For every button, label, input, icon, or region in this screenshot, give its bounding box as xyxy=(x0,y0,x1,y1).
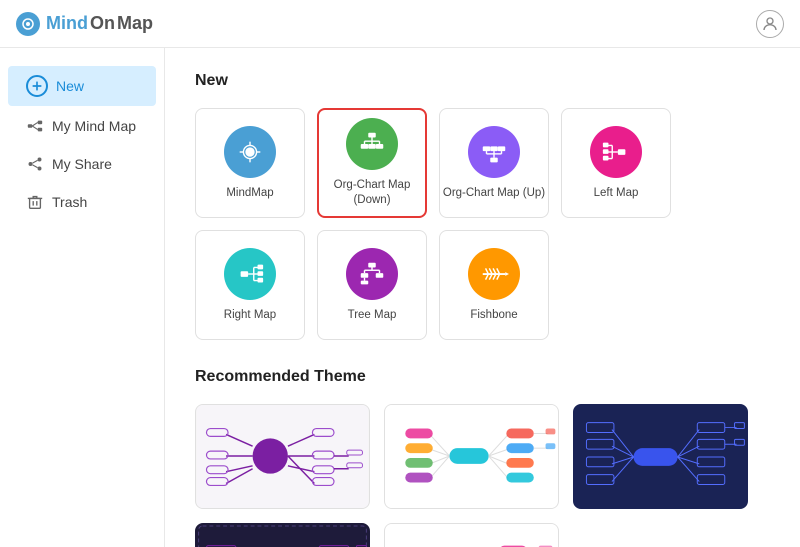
org-chart-up-label: Org-Chart Map (Up) xyxy=(443,186,545,201)
header: MindOnMap xyxy=(0,0,800,48)
map-card-right-map[interactable]: Right Map xyxy=(195,230,305,340)
logo-mind-text: Mind xyxy=(46,13,88,34)
sidebar-item-my-share[interactable]: My Share xyxy=(8,146,156,182)
map-type-grid: MindMap Org-C xyxy=(195,108,770,340)
logo-icon xyxy=(16,12,40,36)
sidebar-my-share-label: My Share xyxy=(52,156,112,172)
theme-grid xyxy=(195,404,770,547)
sidebar-item-new[interactable]: New xyxy=(8,66,156,106)
sidebar-my-mind-map-label: My Mind Map xyxy=(52,118,136,134)
right-map-icon xyxy=(224,248,276,300)
map-card-org-chart-down[interactable]: Org-Chart Map (Down) xyxy=(317,108,427,218)
share-icon xyxy=(26,155,44,173)
recommended-theme-title: Recommended Theme xyxy=(195,368,770,386)
logo: MindOnMap xyxy=(16,12,153,36)
layout: New My Mind Map My Share Trash New xyxy=(0,48,800,547)
map-card-tree-map[interactable]: Tree Map xyxy=(317,230,427,340)
map-card-mindmap[interactable]: MindMap xyxy=(195,108,305,218)
fishbone-label: Fishbone xyxy=(470,308,517,323)
map-card-org-chart-up[interactable]: Org-Chart Map (Up) xyxy=(439,108,549,218)
sidebar: New My Mind Map My Share Trash xyxy=(0,48,165,547)
mindmap-icon xyxy=(224,126,276,178)
sidebar-new-label: New xyxy=(56,78,84,94)
sidebar-trash-label: Trash xyxy=(52,194,87,210)
org-chart-down-icon xyxy=(346,118,398,170)
main-content: New MindMap xyxy=(165,48,800,547)
sidebar-item-my-mind-map[interactable]: My Mind Map xyxy=(8,108,156,144)
right-map-label: Right Map xyxy=(224,308,276,323)
tree-map-icon xyxy=(346,248,398,300)
map-card-fishbone[interactable]: Fishbone xyxy=(439,230,549,340)
logo-on-text: On xyxy=(90,13,115,34)
org-chart-down-label: Org-Chart Map (Down) xyxy=(319,178,425,208)
user-avatar[interactable] xyxy=(756,10,784,38)
left-map-icon xyxy=(590,126,642,178)
mindmap-label: MindMap xyxy=(226,186,273,201)
theme-card-4[interactable] xyxy=(195,523,370,547)
new-section-title: New xyxy=(195,72,770,90)
org-chart-up-icon xyxy=(468,126,520,178)
theme-card-3[interactable] xyxy=(573,404,748,509)
logo-map-text: Map xyxy=(117,13,153,34)
mind-map-icon xyxy=(26,117,44,135)
sidebar-item-trash[interactable]: Trash xyxy=(8,184,156,220)
tree-map-label: Tree Map xyxy=(348,308,397,323)
fishbone-icon xyxy=(468,248,520,300)
map-card-left-map[interactable]: Left Map xyxy=(561,108,671,218)
trash-icon xyxy=(26,193,44,211)
left-map-label: Left Map xyxy=(594,186,639,201)
theme-card-1[interactable] xyxy=(195,404,370,509)
new-plus-icon xyxy=(26,75,48,97)
theme-card-5[interactable] xyxy=(384,523,559,547)
theme-card-2[interactable] xyxy=(384,404,559,509)
